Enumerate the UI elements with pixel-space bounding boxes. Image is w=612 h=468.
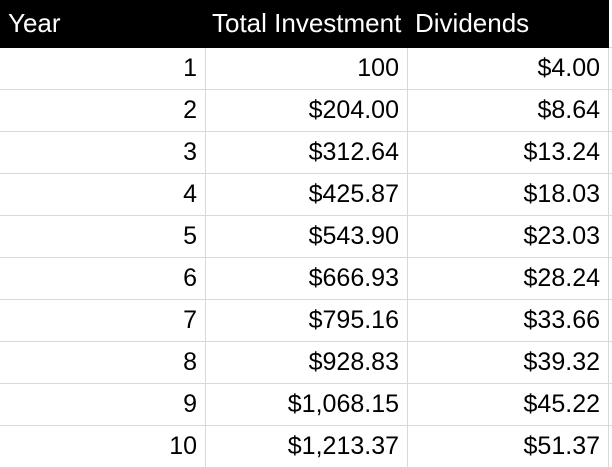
header-cell-dividends[interactable]: Dividends bbox=[408, 0, 609, 48]
dividends-cell[interactable]: $13.24 bbox=[408, 132, 609, 174]
total-investment-cell[interactable]: $312.64 bbox=[206, 132, 408, 174]
year-cell[interactable]: 3 bbox=[0, 132, 206, 174]
dividends-cell[interactable]: $28.24 bbox=[408, 258, 609, 300]
dividends-cell[interactable]: $18.03 bbox=[408, 174, 609, 216]
year-cell[interactable]: 6 bbox=[0, 258, 206, 300]
year-cell[interactable]: 4 bbox=[0, 174, 206, 216]
total-investment-cell[interactable]: 100 bbox=[206, 48, 408, 90]
total-investment-cell[interactable]: $928.83 bbox=[206, 342, 408, 384]
dividends-cell[interactable]: $45.22 bbox=[408, 384, 609, 426]
dividends-cell[interactable]: $51.37 bbox=[408, 426, 609, 468]
spreadsheet: Year Total Investment Dividends 1 100 $4… bbox=[0, 0, 612, 468]
header-cell-year[interactable]: Year bbox=[0, 0, 206, 48]
total-investment-cell[interactable]: $204.00 bbox=[206, 90, 408, 132]
year-cell[interactable]: 9 bbox=[0, 384, 206, 426]
total-investment-cell[interactable]: $666.93 bbox=[206, 258, 408, 300]
total-investment-cell[interactable]: $1,068.15 bbox=[206, 384, 408, 426]
dividends-cell[interactable]: $4.00 bbox=[408, 48, 609, 90]
dividends-cell[interactable]: $39.32 bbox=[408, 342, 609, 384]
dividends-cell[interactable]: $33.66 bbox=[408, 300, 609, 342]
total-investment-cell[interactable]: $1,213.37 bbox=[206, 426, 408, 468]
data-table: Year Total Investment Dividends 1 100 $4… bbox=[0, 0, 612, 468]
year-cell[interactable]: 1 bbox=[0, 48, 206, 90]
total-investment-cell[interactable]: $795.16 bbox=[206, 300, 408, 342]
year-cell[interactable]: 7 bbox=[0, 300, 206, 342]
dividends-cell[interactable]: $8.64 bbox=[408, 90, 609, 132]
year-cell[interactable]: 5 bbox=[0, 216, 206, 258]
year-cell[interactable]: 2 bbox=[0, 90, 206, 132]
dividends-cell[interactable]: $23.03 bbox=[408, 216, 609, 258]
total-investment-cell[interactable]: $425.87 bbox=[206, 174, 408, 216]
header-cell-total-investment[interactable]: Total Investment bbox=[206, 0, 408, 48]
year-cell[interactable]: 10 bbox=[0, 426, 206, 468]
total-investment-cell[interactable]: $543.90 bbox=[206, 216, 408, 258]
year-cell[interactable]: 8 bbox=[0, 342, 206, 384]
